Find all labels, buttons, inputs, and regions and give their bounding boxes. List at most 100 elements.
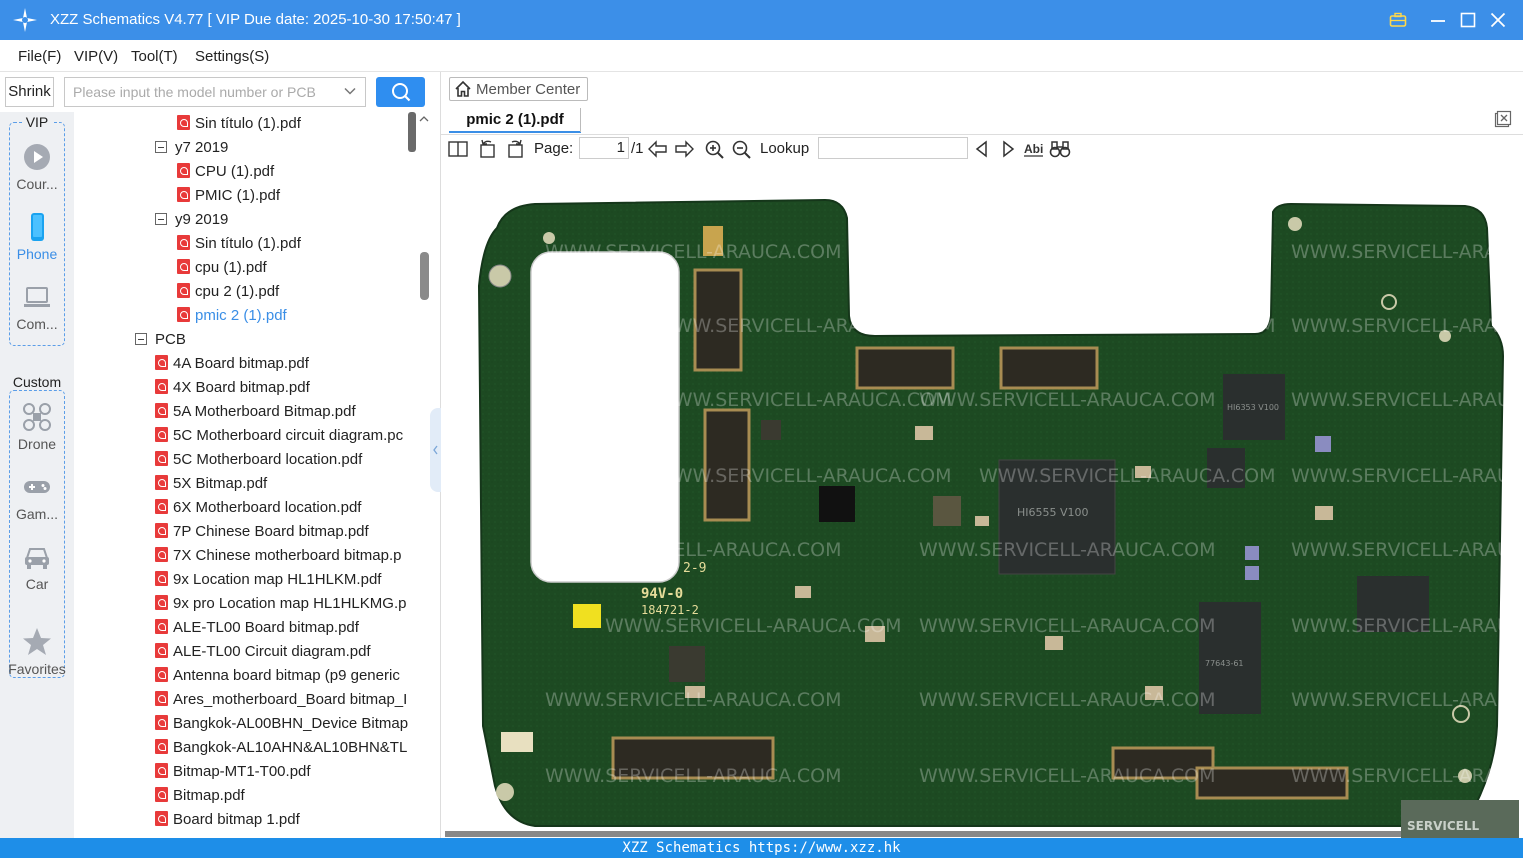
tree-file[interactable]: ALE-TL00 Board bitmap.pdf [155,616,359,640]
tree-file[interactable]: 5C Motherboard circuit diagram.pc [155,424,403,448]
close-document-icon[interactable] [1494,110,1512,128]
svg-text:Abi: Abi [1024,142,1043,156]
tree-item-label: 4A Board bitmap.pdf [173,355,309,372]
category-favorites[interactable]: Favorites [0,627,74,677]
category-drone[interactable]: Drone [0,402,74,452]
menu-settings[interactable]: Settings(S) [195,48,269,65]
tree-file[interactable]: Ares_motherboard_Board bitmap_I [155,688,407,712]
category-courses[interactable]: Cour... [0,142,74,192]
watermark-16: WWW.SERVICELL-ARAUCA.COM [919,615,1216,637]
pdf-page-canvas[interactable]: HI6555 V100 HI6353 V100 77643-61 94V-0 1… [445,166,1519,838]
tree-file[interactable]: 4A Board bitmap.pdf [155,352,309,376]
search-input[interactable] [65,78,325,106]
maximize-button[interactable] [1456,8,1480,32]
panel-splitter-handle[interactable] [430,408,441,492]
tree-file[interactable]: Board bitmap 1.pdf [155,808,300,832]
tree-file[interactable]: Antenna board bitmap (p9 generic [155,664,400,688]
collapse-toggle-icon[interactable] [155,213,167,225]
file-tree: Sin título (1).pdf y7 2019 CPU (1).pdf PMIC… [74,112,418,838]
tree-item-label: 5A Motherboard Bitmap.pdf [173,403,356,420]
tree-folder[interactable]: y7 2019 [155,136,228,160]
rotate-left-icon[interactable] [477,139,499,159]
tree-file[interactable]: pmic 2 (1).pdf [177,304,287,328]
member-center-button[interactable]: Member Center [449,77,588,101]
tree-file[interactable]: cpu (1).pdf [177,256,267,280]
category-phone[interactable]: Phone [0,212,74,262]
tree-item-label: 7X Chinese motherboard bitmap.p [173,547,402,564]
tree-item-label: 7P Chinese Board bitmap.pdf [173,523,369,540]
collapse-toggle-icon[interactable] [135,333,147,345]
watermark-3: WWW.SERVICELL-ARAUCA.COM [655,315,952,337]
car-icon [25,548,49,569]
pdf-file-icon [177,283,190,298]
tree-file[interactable]: Sin título (1).pdf [177,232,301,256]
zoom-out-icon[interactable] [731,139,753,159]
tree-file[interactable]: cpu 2 (1).pdf [177,280,279,304]
vip-briefcase-icon[interactable] [1386,8,1410,32]
lookup-input[interactable] [818,137,968,159]
pdf-file-icon [155,715,168,730]
page-label: Page: [534,140,574,157]
menu-bar: File(F) VIP(V) Tool(T) Settings(S) [0,40,1523,72]
tree-file[interactable]: CPU (1).pdf [177,160,274,184]
pdf-file-icon [155,499,168,514]
find-next-icon[interactable] [997,139,1019,159]
previous-page-icon[interactable] [647,139,669,159]
star-icon [23,628,51,655]
laptop-icon [24,287,50,307]
search-button[interactable] [376,77,425,107]
tree-file[interactable]: 5A Motherboard Bitmap.pdf [155,400,356,424]
find-previous-icon[interactable] [971,139,993,159]
tree-file[interactable]: PMIC (1).pdf [177,184,280,208]
binoculars-icon[interactable] [1049,139,1071,159]
shrink-button[interactable]: Shrink [5,77,54,107]
tree-item-label: Board bitmap 1.pdf [173,811,300,828]
tree-file[interactable]: Sin título (1).pdf [177,112,301,136]
tree-item-label: Bangkok-AL00BHN_Device Bitmap [173,715,409,732]
tree-file[interactable]: 9x Location map HL1HLKM.pdf [155,568,381,592]
tree-file[interactable]: 5C Motherboard location.pdf [155,448,362,472]
tree-folder[interactable]: PCB [135,328,186,352]
category-car[interactable]: Car [0,542,74,592]
match-case-icon[interactable]: Abi [1023,139,1045,159]
pdf-file-icon [177,115,190,130]
menu-vip[interactable]: VIP(V) [74,48,118,65]
tree-scrollbar-thumb[interactable] [420,252,429,300]
document-tab[interactable]: pmic 2 (1).pdf [449,107,581,133]
tree-folder[interactable]: y9 2019 [155,208,228,232]
tree-file[interactable]: Bangkok-AL10AHN&AL10BHN&TL [155,736,407,760]
tree-horizontal-scroll-thumb[interactable] [408,112,416,152]
scroll-up-arrow-icon[interactable] [418,112,430,126]
model-search-combobox[interactable] [64,77,366,107]
tree-item-label: ALE-TL00 Board bitmap.pdf [173,619,359,636]
tree-file[interactable]: 9x pro Location map HL1HLKMG.p [155,592,406,616]
next-page-icon[interactable] [673,139,695,159]
sidebar-toggle-icon[interactable] [447,139,469,159]
watermark-6: WWW.SERVICELL-ARAUCA.COM [655,389,952,411]
tree-file[interactable]: 6X Motherboard location.pdf [155,496,361,520]
tree-item-label: Bitmap-MT1-T00.pdf [173,763,311,780]
category-computer[interactable]: Com... [0,282,74,332]
menu-file[interactable]: File(F) [18,48,61,65]
menu-tool[interactable]: Tool(T) [131,48,178,65]
tree-file[interactable]: 4X Board bitmap.pdf [155,376,310,400]
vip-group-label: VIP [22,114,52,130]
category-games[interactable]: Gam... [0,472,74,522]
tree-file[interactable]: Bitmap-MT1-T00.pdf [155,760,311,784]
tree-file[interactable]: 5X Bitmap.pdf [155,472,267,496]
page-number-input[interactable]: 1 [579,137,629,159]
collapse-toggle-icon[interactable] [155,141,167,153]
zoom-in-icon[interactable] [704,139,726,159]
chevron-down-icon[interactable] [343,84,357,98]
tree-file[interactable]: Bangkok-AL00BHN_Device Bitmap [155,712,408,736]
rotate-right-icon[interactable] [504,139,526,159]
tree-item-label: Ares_motherboard_Board bitmap_I [173,691,408,708]
tree-file[interactable]: 7X Chinese motherboard bitmap.p [155,544,401,568]
minimize-button[interactable] [1426,8,1450,32]
tree-file[interactable]: 7P Chinese Board bitmap.pdf [155,520,369,544]
tree-item-label: ALE-TL00 Circuit diagram.pdf [173,643,371,660]
close-button[interactable] [1486,8,1510,32]
tree-file[interactable]: ALE-TL00 Circuit diagram.pdf [155,640,371,664]
watermark-20: WWW.SERVICELL-ARAUCA.COM [1291,689,1519,711]
tree-file[interactable]: Bitmap.pdf [155,784,245,808]
